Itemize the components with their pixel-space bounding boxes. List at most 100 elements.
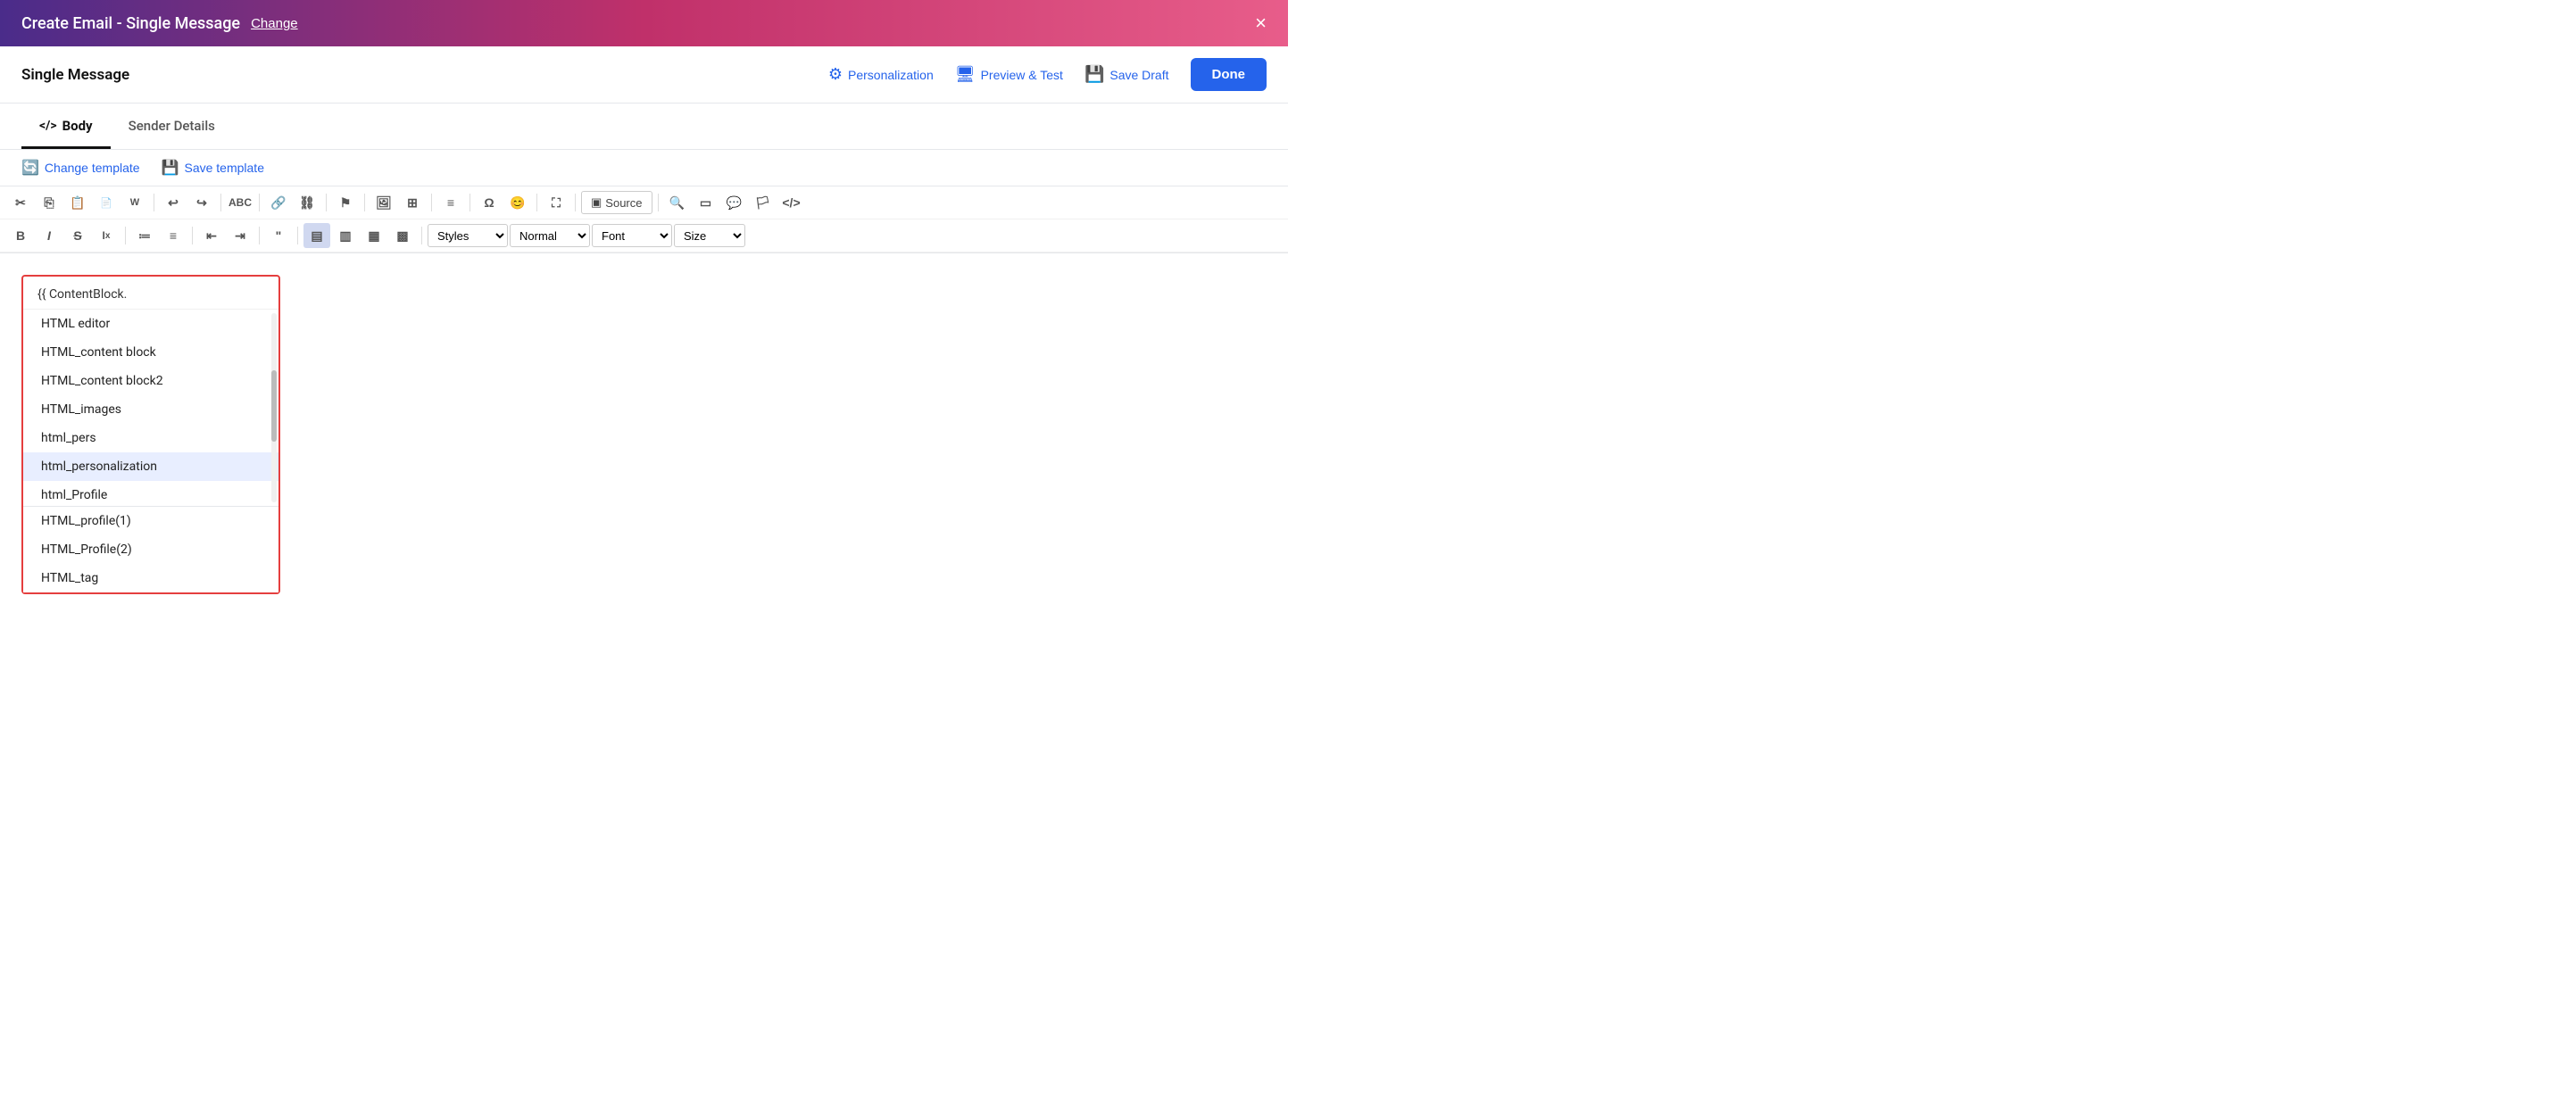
paste-word-button[interactable]: W [121, 190, 148, 215]
indent-decrease-button[interactable]: ⇤ [198, 223, 225, 248]
unordered-list-button[interactable]: ≡ [160, 223, 187, 248]
spellcheck-button[interactable]: ABC [227, 190, 253, 215]
search-button[interactable]: 🔍 [664, 190, 691, 215]
header-change-button[interactable]: Change [251, 16, 298, 31]
unlink-button[interactable]: ⛓ [294, 190, 320, 215]
separator-11 [125, 227, 126, 244]
done-button[interactable]: Done [1191, 58, 1267, 91]
redo-button[interactable]: ↪ [188, 190, 215, 215]
code-icon: </> [39, 119, 57, 133]
separator-3 [259, 194, 260, 211]
tabs-bar: </> Body Sender Details [0, 103, 1288, 150]
separator-13 [259, 227, 260, 244]
separator-10 [658, 194, 659, 211]
subscript-button[interactable]: Ix [93, 223, 120, 248]
separator-4 [326, 194, 327, 211]
align-center-button[interactable]: ▥ [332, 223, 359, 248]
toolbar: ✂ ⎘ 📋 📄 W ↩ ↪ ABC 🔗 ⛓ ⚑ 🖼 ⊞ ≡ Ω 😊 ⛶ ▣ So… [0, 186, 1288, 253]
separator-15 [421, 227, 422, 244]
size-select[interactable]: Size [674, 224, 745, 247]
toolbar-row-1: ✂ ⎘ 📋 📄 W ↩ ↪ ABC 🔗 ⛓ ⚑ 🖼 ⊞ ≡ Ω 😊 ⛶ ▣ So… [0, 186, 1288, 219]
normal-select[interactable]: Normal [510, 224, 590, 247]
save-draft-button[interactable]: 💾 Save Draft [1084, 65, 1169, 84]
cut-button[interactable]: ✂ [7, 190, 34, 215]
comment-button[interactable]: 💬 [721, 190, 748, 215]
page-title: Single Message [21, 66, 129, 84]
separator-9 [575, 194, 576, 211]
separator-2 [220, 194, 221, 211]
action-bar: Single Message ⚙ Personalization 🖥 Previ… [0, 46, 1288, 103]
align-justify-button[interactable]: ▩ [389, 223, 416, 248]
separator-14 [297, 227, 298, 244]
emoji-button[interactable]: 😊 [504, 190, 531, 215]
list-item[interactable]: HTML_content block2 [23, 367, 278, 395]
strikethrough-button[interactable]: S [64, 223, 91, 248]
editor-content-wrapper: {{ ContentBlock. HTML editor HTML_conten… [21, 275, 280, 594]
gear-icon: ⚙ [828, 65, 843, 84]
html-source-btn[interactable]: </> [778, 190, 805, 215]
list-item[interactable]: HTML_content block [23, 338, 278, 367]
table-button[interactable]: ⊞ [399, 190, 426, 215]
separator-12 [192, 227, 193, 244]
align-left-button[interactable]: ▤ [303, 223, 330, 248]
list-item-selected[interactable]: html_personalization [23, 452, 278, 481]
dropdown-list-below: HTML_profile(1) HTML_Profile(2) HTML_tag [23, 507, 278, 592]
list-item[interactable]: html_Profile [23, 481, 278, 506]
list-item[interactable]: HTML_tag [23, 564, 278, 592]
scrollbar-thumb[interactable] [271, 370, 277, 442]
separator-8 [536, 194, 537, 211]
paste-button[interactable]: 📋 [64, 190, 91, 215]
text-box-button[interactable]: ▭ [693, 190, 719, 215]
bold-button[interactable]: B [7, 223, 34, 248]
fullscreen-button[interactable]: ⛶ [543, 190, 569, 215]
editor-area: {{ ContentBlock. HTML editor HTML_conten… [0, 253, 1288, 616]
preview-test-button[interactable]: 🖥 Preview & Test [955, 65, 1063, 84]
header-title-text: Create Email - Single Message [21, 14, 240, 33]
header-close-button[interactable]: × [1255, 13, 1267, 33]
dropdown-list: HTML editor HTML_content block HTML_cont… [23, 310, 278, 506]
italic-button[interactable]: I [36, 223, 62, 248]
monitor-icon: 🖥 [955, 65, 976, 84]
special-char-button[interactable]: Ω [476, 190, 503, 215]
save-template-button[interactable]: 💾 Save template [162, 159, 264, 177]
paste-text-button[interactable]: 📄 [93, 190, 120, 215]
personalization-button[interactable]: ⚙ Personalization [828, 65, 934, 84]
link-button[interactable]: 🔗 [265, 190, 292, 215]
separator-7 [469, 194, 470, 211]
tab-sender-details[interactable]: Sender Details [111, 103, 233, 149]
undo-button[interactable]: ↩ [160, 190, 187, 215]
tracking-button[interactable]: 🏳 [750, 190, 777, 215]
tab-body[interactable]: </> Body [21, 103, 111, 149]
below-border-items: HTML_profile(1) HTML_Profile(2) HTML_tag [23, 506, 278, 592]
scrollbar-track [271, 313, 277, 502]
list-item[interactable]: HTML_Profile(2) [23, 535, 278, 564]
source-button[interactable]: ▣ Source [581, 191, 652, 214]
styles-select[interactable]: Styles [428, 224, 508, 247]
indent-increase-button[interactable]: ⇥ [227, 223, 253, 248]
ordered-list-button[interactable]: ≔ [131, 223, 158, 248]
list-item[interactable]: HTML_images [23, 395, 278, 424]
refresh-icon: 🔄 [21, 159, 39, 177]
toolbar-row-2: B I S Ix ≔ ≡ ⇤ ⇥ " ▤ ▥ ▦ ▩ Styles Normal… [0, 219, 1288, 252]
editor-input-line[interactable]: {{ ContentBlock. [23, 277, 278, 310]
save-icon: 💾 [1084, 65, 1104, 84]
font-select[interactable]: Font [592, 224, 672, 247]
floppy-icon: 💾 [162, 159, 179, 177]
list-item[interactable]: html_pers [23, 424, 278, 452]
source-icon: ▣ [591, 195, 602, 210]
image-button[interactable]: 🖼 [370, 190, 397, 215]
dropdown-list-wrapper: HTML editor HTML_content block HTML_cont… [23, 310, 278, 506]
template-bar: 🔄 Change template 💾 Save template [0, 150, 1288, 186]
list-item[interactable]: HTML editor [23, 310, 278, 338]
action-bar-right: ⚙ Personalization 🖥 Preview & Test 💾 Sav… [828, 58, 1267, 91]
separator-6 [431, 194, 432, 211]
separator-5 [364, 194, 365, 211]
blockquote-button[interactable]: " [265, 223, 292, 248]
align-button[interactable]: ≡ [437, 190, 464, 215]
list-item[interactable]: HTML_profile(1) [23, 507, 278, 535]
copy-button[interactable]: ⎘ [36, 190, 62, 215]
header-bar: Create Email - Single Message Change × [0, 0, 1288, 46]
change-template-button[interactable]: 🔄 Change template [21, 159, 140, 177]
align-right-button[interactable]: ▦ [361, 223, 387, 248]
anchor-button[interactable]: ⚑ [332, 190, 359, 215]
